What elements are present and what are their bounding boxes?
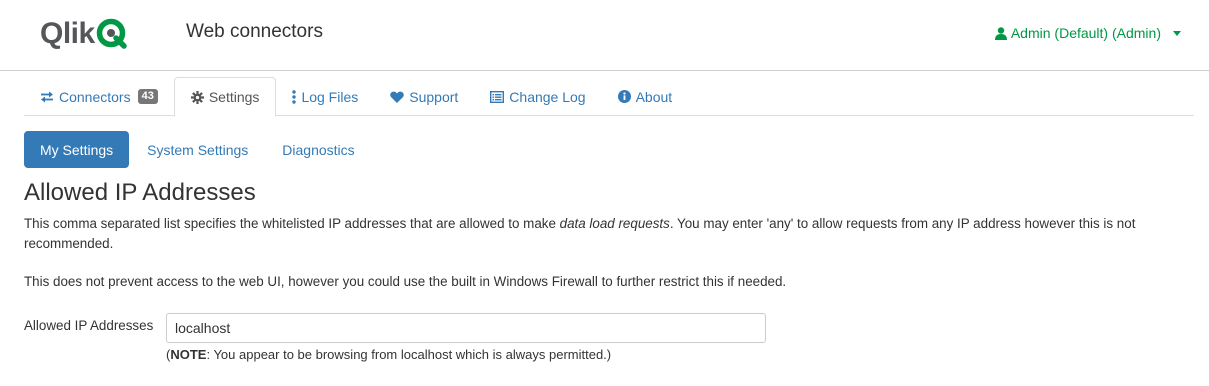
gear-icon: [190, 90, 204, 104]
exchange-icon: [40, 91, 54, 103]
tab-connectors-label: Connectors: [59, 88, 131, 105]
user-menu-dropdown[interactable]: Admin (Default) (Admin): [994, 25, 1181, 41]
main-tabs: Connectors 43 Settings Log Files Support…: [24, 77, 1194, 117]
description-paragraph: This comma separated list specifies the …: [24, 214, 1194, 254]
qlik-logo[interactable]: Qlik: [40, 18, 152, 50]
connectors-count-badge: 43: [137, 89, 158, 104]
ellipsis-vertical-icon: [292, 89, 297, 104]
allowed-ip-input[interactable]: [166, 313, 766, 343]
user-label: Admin (Default) (Admin): [1010, 25, 1161, 41]
qlik-q-icon: [96, 18, 128, 50]
info-circle-icon: [617, 90, 631, 103]
tab-change-log-label: Change Log: [509, 88, 586, 105]
tab-support[interactable]: Support: [374, 77, 474, 116]
tab-settings[interactable]: Settings: [173, 77, 277, 117]
subtab-diagnostics[interactable]: Diagnostics: [266, 131, 370, 168]
description-emphasis: data load requests: [559, 216, 670, 231]
tab-settings-label: Settings: [208, 89, 260, 105]
tab-about[interactable]: About: [602, 77, 689, 116]
user-icon: [994, 26, 1007, 40]
tab-change-log[interactable]: Change Log: [474, 77, 601, 116]
subtab-my-settings[interactable]: My Settings: [24, 131, 130, 168]
localhost-note: (NOTE: You appear to be browsing from lo…: [166, 347, 611, 362]
caret-down-icon: [1173, 31, 1181, 36]
app-title: Web connectors: [186, 21, 323, 42]
section-title: Allowed IP Addresses: [24, 179, 256, 206]
allowed-ip-label: Allowed IP Addresses: [24, 318, 154, 333]
tab-log-files-label: Log Files: [301, 88, 359, 105]
subtab-system-settings[interactable]: System Settings: [131, 131, 264, 168]
tab-about-label: About: [635, 88, 673, 105]
tab-support-label: Support: [409, 88, 459, 105]
tab-connectors[interactable]: Connectors 43: [24, 77, 174, 116]
logo-text: Qlik: [40, 17, 95, 50]
note-text: : You appear to be browsing from localho…: [206, 347, 612, 362]
note-label: NOTE: [170, 347, 207, 362]
firewall-note-paragraph: This does not prevent access to the web …: [24, 274, 787, 289]
tab-log-files[interactable]: Log Files: [276, 77, 374, 116]
settings-subtabs: My Settings System Settings Diagnostics: [24, 131, 371, 168]
list-alt-icon: [490, 90, 505, 103]
heart-icon: [390, 91, 404, 103]
description-text-start: This comma separated list specifies the …: [24, 216, 560, 231]
app-header: Qlik Web connectors Admin (Default) (Adm…: [0, 0, 1209, 71]
